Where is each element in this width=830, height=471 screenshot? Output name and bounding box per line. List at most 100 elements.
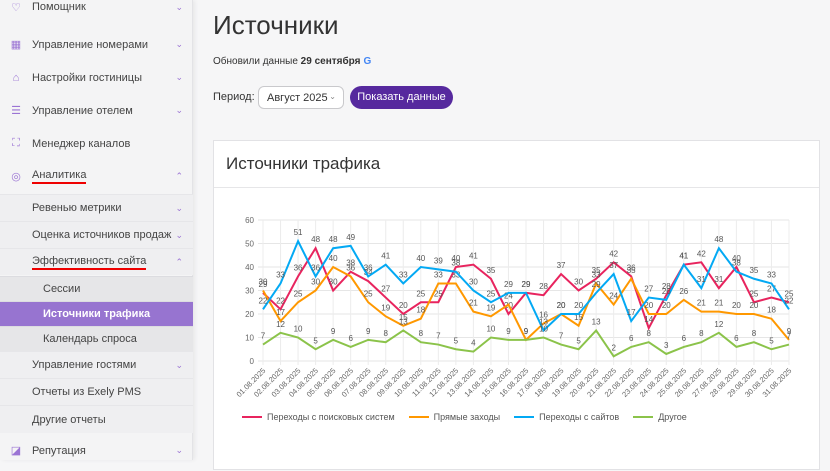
chat-icon: ◪ (10, 445, 22, 457)
legend-swatch (514, 416, 535, 418)
home-icon: ⌂ (12, 71, 20, 84)
sidebar-item-15[interactable]: ◪ Репутация ⌄ (0, 434, 193, 467)
sidebar-item-9[interactable]: Сессии (0, 276, 193, 301)
chevron-down-icon: ⌄ (175, 202, 183, 213)
sidebar-item-6[interactable]: Ревенью метрики ⌄ (0, 194, 193, 221)
legend-label: Переходы с поисковых систем (267, 412, 395, 422)
data-label: 18 (416, 306, 425, 315)
sidebar-item-13[interactable]: Отчеты из Exely PMS (0, 378, 193, 405)
sidebar: ♡ Помощник ⌄ ▦ Управление номерами ⌄ ⌂ Настройк… (0, 0, 193, 460)
sidebar-item-10[interactable]: Источники трафика (0, 301, 193, 326)
data-label: 48 (714, 235, 723, 244)
chevron-down-icon: ⌄ (175, 359, 183, 370)
legend-item[interactable]: Переходы с сайтов (514, 412, 619, 422)
data-label: 8 (699, 329, 704, 338)
chart-legend: Переходы с поисковых систем Прямые заходы… (242, 412, 687, 422)
y-tick-label: 10 (245, 334, 254, 343)
data-label: 31 (714, 275, 723, 284)
data-label: 7 (559, 332, 564, 341)
data-label: 5 (576, 336, 581, 345)
legend-swatch (242, 416, 262, 418)
legend-item[interactable]: Другое (633, 412, 687, 422)
data-label: 30 (259, 278, 268, 287)
data-label: 19 (381, 303, 390, 312)
sidebar-item-label: Помощник (32, 1, 86, 13)
sidebar-item-label: Источники трафика (43, 308, 151, 320)
data-label: 12 (276, 320, 285, 329)
data-label: 4 (471, 339, 476, 348)
y-tick-label: 40 (245, 263, 254, 272)
data-label: 30 (311, 278, 320, 287)
sidebar-item-3[interactable]: ☰ Управление отелем ⌄ (0, 94, 193, 127)
legend-item[interactable]: Переходы с поисковых систем (242, 412, 395, 422)
data-label: 8 (752, 329, 757, 338)
sidebar-item-2[interactable]: ⌂ Настройки гостиницы ⌄ (0, 61, 193, 94)
sidebar-item-label: Оценка источников продаж (32, 229, 172, 241)
data-label: 14 (644, 315, 653, 324)
data-label: 20 (732, 301, 741, 310)
hierarchy-icon: ⛶ (12, 137, 20, 149)
data-label: 26 (662, 287, 671, 296)
data-label: 8 (419, 329, 424, 338)
data-label: 42 (609, 249, 618, 258)
traffic-chart-card: Источники трафика 0 10 20 30 40 50 60 01.08.202… (213, 140, 820, 470)
sidebar-item-5[interactable]: ◎ Аналитика ⌃ (0, 160, 193, 193)
sidebar-item-11[interactable]: Календарь спроса (0, 326, 193, 351)
show-data-button[interactable]: Показать данные (350, 86, 453, 109)
data-label: 6 (734, 334, 739, 343)
legend-swatch (633, 416, 654, 418)
notes-icon: ☰ (11, 105, 21, 117)
data-label: 24 (609, 292, 618, 301)
period-value: Август 2025 (267, 92, 328, 104)
chevron-down-icon: ⌄ (175, 229, 183, 240)
sidebar-item-label: Управление гостями (32, 359, 137, 371)
sidebar-item-1[interactable]: ▦ Управление номерами ⌄ (0, 28, 193, 61)
sidebar-item-0[interactable]: ♡ Помощник ⌄ (0, 0, 193, 18)
data-label: 27 (644, 285, 653, 294)
sidebar-item-8[interactable]: Эффективность сайта ⌃ (0, 248, 193, 275)
data-label: 41 (469, 252, 478, 261)
data-label: 10 (539, 325, 548, 334)
y-tick-label: 0 (250, 357, 255, 366)
period-select[interactable]: Август 2025 ⌄ (258, 86, 344, 109)
sidebar-item-label: Отчеты из Exely PMS (32, 386, 142, 398)
sidebar-item-label: Календарь спроса (43, 333, 137, 345)
sidebar-item-label: Менеджер каналов (32, 137, 131, 150)
sidebar-item-14[interactable]: Другие отчеты (0, 405, 193, 433)
sidebar-item-label: Ревенью метрики (32, 202, 122, 214)
sidebar-item-12[interactable]: Управление гостями ⌄ (0, 351, 193, 378)
data-label: 33 (592, 270, 601, 279)
sidebar-item-label: Эффективность сайта (32, 255, 147, 270)
period-label: Период: (213, 91, 255, 103)
data-label: 10 (486, 325, 495, 334)
legend-item[interactable]: Прямые заходы (408, 412, 500, 422)
chevron-down-icon: ⌄ (329, 92, 336, 101)
sidebar-item-7[interactable]: Оценка источников продаж ⌄ (0, 221, 193, 248)
data-label: 5 (454, 336, 459, 345)
data-label: 3 (664, 341, 669, 350)
data-label: 36 (346, 263, 355, 272)
data-label: 20 (749, 301, 758, 310)
sidebar-item-label: Настройки гостиницы (32, 71, 142, 84)
data-label: 22 (276, 296, 285, 305)
data-label: 37 (609, 261, 618, 270)
data-label: 20 (662, 301, 671, 310)
chevron-down-icon: ⌄ (175, 1, 183, 12)
data-label: 27 (381, 285, 390, 294)
data-label: 5 (313, 336, 318, 345)
data-label: 49 (346, 233, 355, 242)
data-label: 36 (364, 263, 373, 272)
chevron-up-icon: ⌃ (175, 256, 183, 267)
sidebar-item-label: Управление номерами (32, 38, 149, 51)
y-tick-label: 30 (245, 287, 254, 296)
data-label: 17 (627, 308, 636, 317)
data-label: 22 (259, 296, 268, 305)
sidebar-item-label: Другие отчеты (32, 413, 106, 426)
data-label: 42 (697, 249, 706, 258)
sidebar-item-4[interactable]: ⛶ Менеджер каналов (0, 127, 193, 160)
data-label: 8 (647, 329, 652, 338)
data-label: 17 (276, 308, 285, 317)
sidebar-item-label: Аналитика (32, 169, 87, 184)
heart-icon: ♡ (11, 1, 21, 14)
data-label: 9 (524, 327, 529, 336)
